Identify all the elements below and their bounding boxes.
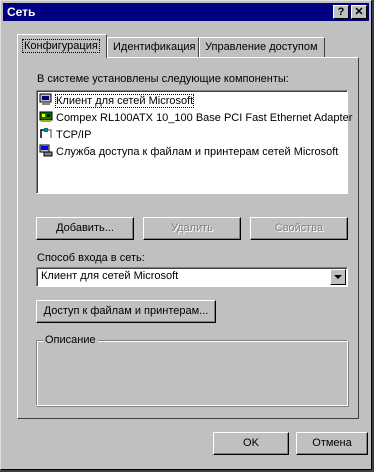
list-item-label: TCP/IP <box>56 129 92 141</box>
components-label: В системе установлены следующие компонен… <box>37 73 289 85</box>
ok-button[interactable]: OK <box>213 432 289 455</box>
list-item-file-printer-sharing[interactable]: Служба доступа к файлам и принтерам сете… <box>39 144 338 160</box>
logon-select[interactable]: Клиент для сетей Microsoft <box>36 267 348 287</box>
file-printer-sharing-icon <box>39 144 53 157</box>
list-item-ms-client[interactable]: Клиент для сетей Microsoft <box>39 93 195 109</box>
ok-button-label: OK <box>243 437 259 449</box>
remove-button-label: Удалить <box>171 222 213 234</box>
list-item-label: Compex RL100ATX 10_100 Base PCI Fast Eth… <box>56 112 353 124</box>
logon-label: Способ входа в сеть: <box>37 252 145 264</box>
chevron-down-icon[interactable] <box>330 269 346 285</box>
list-item-tcpip[interactable]: TCP/IP <box>39 127 91 143</box>
components-list[interactable]: Клиент для сетей Microsoft Compex RL100A… <box>36 90 352 194</box>
list-item-network-adapter[interactable]: Compex RL100ATX 10_100 Base PCI Fast Eth… <box>39 110 352 126</box>
logon-select-value: Клиент для сетей Microsoft <box>41 270 179 282</box>
network-dialog: Сеть ? ✕ Конфигурация Идентификация Упра… <box>0 0 372 470</box>
network-client-icon <box>39 93 53 106</box>
cancel-button-label: Отмена <box>312 437 352 449</box>
add-button[interactable]: Добавить... <box>36 217 134 240</box>
add-button-label: Добавить... <box>56 222 114 234</box>
cancel-button[interactable]: Отмена <box>296 432 368 455</box>
properties-button-label: Свойства <box>274 222 324 234</box>
protocol-icon <box>39 127 53 140</box>
properties-button[interactable]: Свойства <box>250 217 348 240</box>
network-adapter-icon <box>39 110 53 123</box>
list-item-label: Служба доступа к файлам и принтерам сете… <box>56 146 339 158</box>
file-printer-sharing-button-label: Доступ к файлам и принтерам... <box>43 305 209 317</box>
description-legend: Описание <box>43 334 98 346</box>
description-group: Описание <box>36 334 348 406</box>
remove-button[interactable]: Удалить <box>143 217 241 240</box>
file-printer-sharing-button[interactable]: Доступ к файлам и принтерам... <box>36 300 216 323</box>
list-item-label: Клиент для сетей Microsoft <box>54 94 195 108</box>
